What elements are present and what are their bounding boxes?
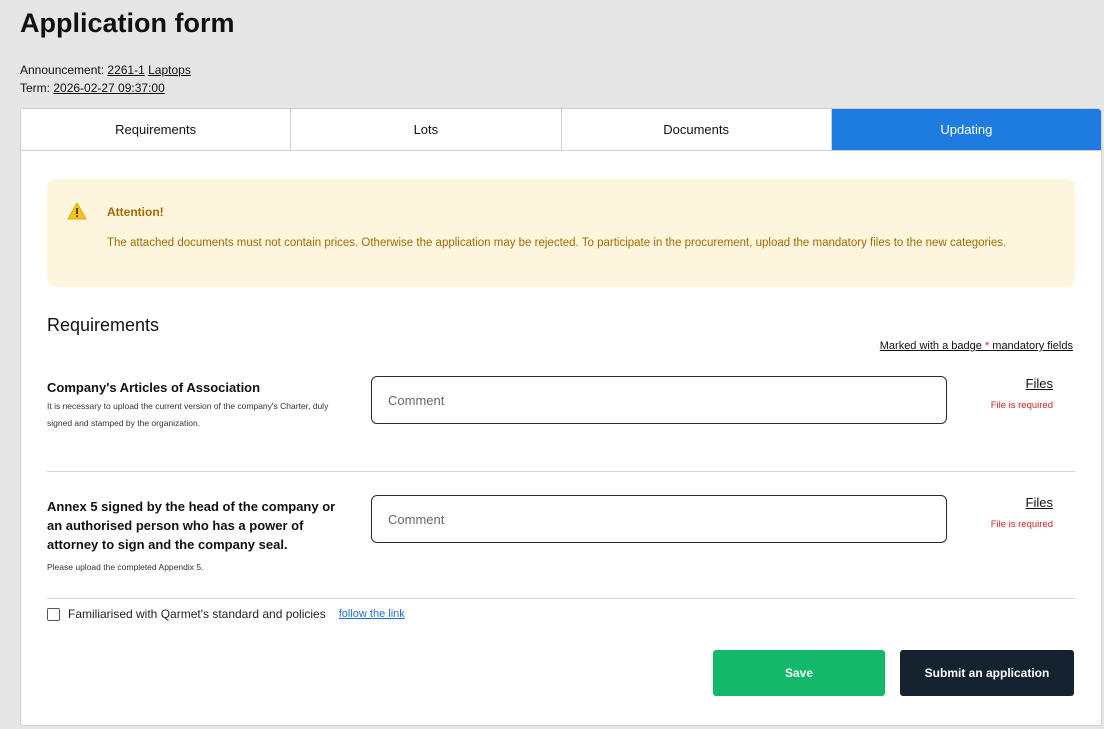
file-required-status: File is required (990, 519, 1053, 530)
tab-updating[interactable]: Updating (831, 109, 1101, 150)
requirement-description: Please upload the completed Appendix 5. (47, 562, 204, 572)
alert-text: The attached documents must not contain … (107, 237, 1007, 249)
mandatory-note-prefix: Marked with a badge (879, 340, 982, 352)
file-required-status: File is required (990, 400, 1053, 411)
requirement-description: It is necessary to upload the current ve… (47, 401, 329, 428)
policy-checkbox[interactable] (47, 607, 60, 621)
mandatory-fields-note: Marked with a badge * mandatory fields (880, 340, 1073, 352)
comment-input[interactable] (371, 495, 947, 543)
mandatory-note-suffix: mandatory fields (992, 340, 1073, 352)
announcement-number-link[interactable]: 2261-1 (107, 63, 144, 77)
attention-alert: Attention! The attached documents must n… (47, 179, 1075, 287)
requirement-title: Annex 5 signed by the head of the compan… (47, 499, 336, 552)
policy-link[interactable]: follow the link (339, 608, 405, 620)
announcement-label: Announcement: (20, 63, 105, 77)
requirement-item: Annex 5 signed by the head of the compan… (47, 493, 1075, 599)
mandatory-star: * (984, 340, 990, 352)
term-value-link[interactable]: 2026-02-27 09:37:00 (53, 81, 164, 95)
warning-triangle-icon (67, 202, 87, 220)
requirement-item: Company's Articles of Association It is … (47, 374, 1075, 472)
application-card: Requirements Lots Documents Updating Att… (20, 108, 1102, 726)
requirement-title: Company's Articles of Association (47, 380, 261, 395)
announcement-name-link[interactable]: Laptops (148, 63, 191, 77)
tab-documents[interactable]: Documents (561, 109, 832, 150)
submit-application-button[interactable]: Submit an application (900, 650, 1074, 696)
tab-bar: Requirements Lots Documents Updating (21, 109, 1101, 151)
term-label: Term: (20, 81, 50, 95)
files-link[interactable]: Files (1026, 495, 1053, 510)
announcement-line: Announcement: 2261-1 Laptops (20, 63, 191, 77)
tab-lots[interactable]: Lots (291, 109, 562, 150)
policy-label: Familiarised with Qarmet's standard and … (68, 607, 326, 621)
tab-requirements[interactable]: Requirements (21, 109, 292, 150)
alert-title: Attention! (107, 205, 164, 219)
requirements-section-title: Requirements (47, 315, 160, 335)
policy-acknowledgement: Familiarised with Qarmet's standard and … (47, 605, 405, 623)
term-line: Term: 2026-02-27 09:37:00 (20, 81, 165, 95)
comment-input[interactable] (371, 376, 947, 424)
files-link[interactable]: Files (1026, 376, 1053, 391)
page-title: Application form (20, 8, 235, 38)
save-button[interactable]: Save (713, 650, 885, 696)
